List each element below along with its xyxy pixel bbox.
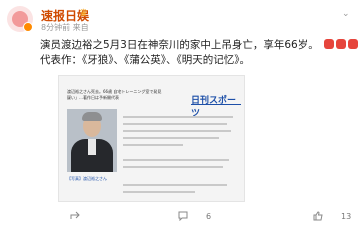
emoji-icon [348, 39, 359, 49]
article-text-line [123, 130, 231, 132]
chevron-down-icon[interactable]: ⌄ [342, 9, 350, 19]
crown-icon: ♛ [79, 8, 88, 19]
like-count: 13 [341, 212, 352, 221]
photo-hair [82, 112, 102, 121]
logo-underline [191, 104, 241, 105]
article-text-line [123, 191, 195, 193]
verified-badge-icon [23, 22, 33, 32]
emoji-icon [336, 39, 347, 49]
article-text-line [123, 123, 227, 125]
comment-icon[interactable] [178, 211, 188, 221]
article-text-line [123, 184, 227, 186]
article-text-line [123, 159, 229, 161]
post-text-line-1: 演员渡边裕之5月3日在神奈川的家中上吊身亡，享年66岁。 [40, 37, 359, 52]
post-image[interactable]: 渡辺裕之さん死去。66歳 自宅トレーニング室で発見 「幅死された 疑い」…著作日… [58, 75, 245, 202]
article-headline-line-1: 渡辺裕之さん死去。66歳 自宅トレーニング室で発見 「幅死された [67, 89, 163, 94]
photo-shirt [88, 139, 96, 155]
emoji-icon [324, 39, 335, 49]
post-meta: 8分钟前 来自 [41, 23, 89, 32]
comment-count: 6 [206, 212, 212, 221]
like-icon[interactable] [313, 211, 323, 221]
article-text-line [123, 137, 219, 139]
share-icon[interactable] [70, 211, 80, 221]
photo-caption: 【写真】渡辺裕之さん [67, 176, 107, 181]
article-text-line [123, 116, 233, 118]
article-text-line [123, 144, 183, 146]
post-text-line-2: 代表作：《牙狼》、《蒲公英》、《明天的记忆》。 [40, 54, 250, 66]
portrait-photo [67, 109, 117, 172]
article-text-line [123, 166, 223, 168]
article-headline-line-2: 疑い」…著作日は予新開代表 [67, 95, 119, 100]
